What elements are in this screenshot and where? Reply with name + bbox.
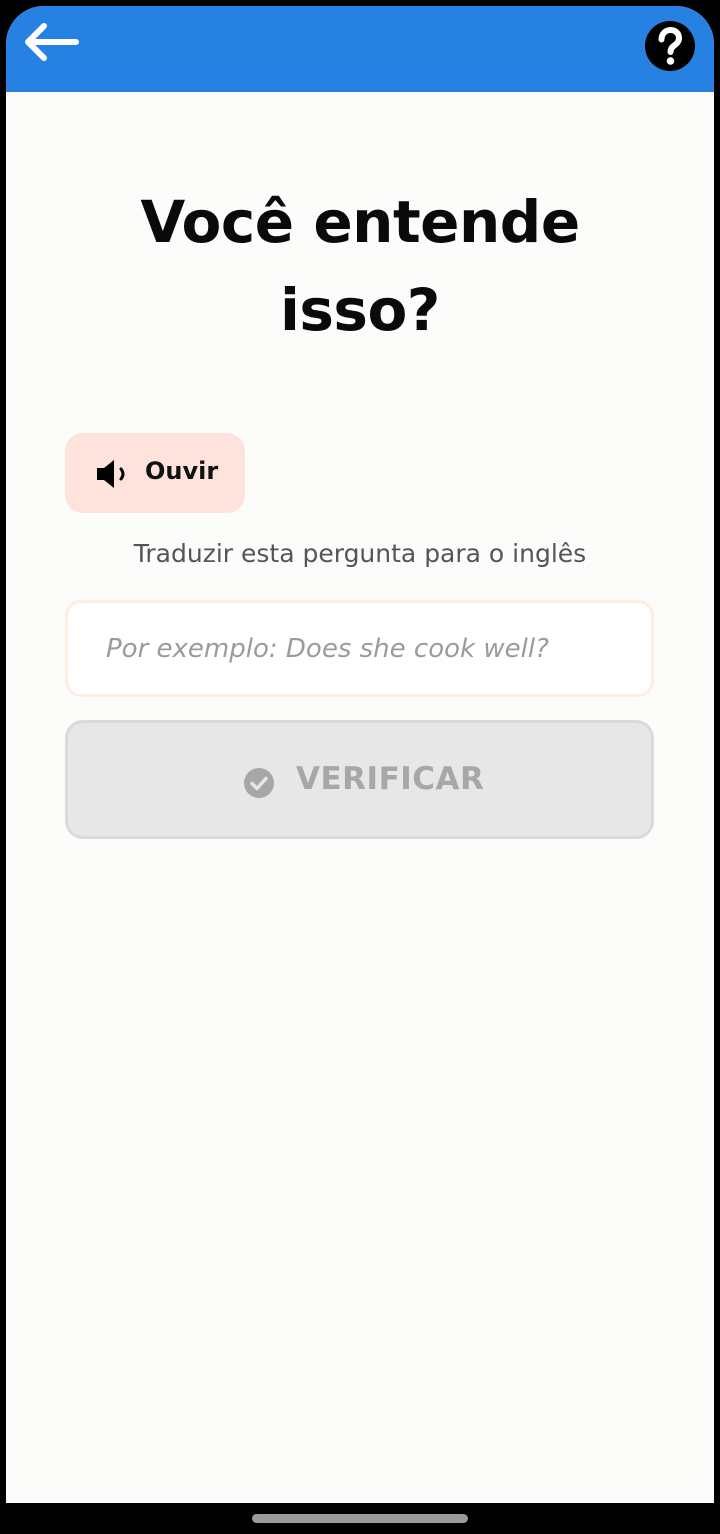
verify-button-label: VERIFICAR: [296, 761, 485, 797]
title-line-2: isso?: [280, 276, 440, 344]
answer-input[interactable]: [65, 600, 654, 697]
back-button[interactable]: [18, 20, 82, 64]
question-circle-icon: [645, 21, 695, 71]
check-circle-icon: [244, 768, 274, 798]
arrow-left-icon: [25, 23, 79, 61]
page-title: Você entende isso?: [6, 178, 714, 354]
listen-button-label: Ouvir: [145, 457, 219, 485]
help-button[interactable]: [644, 20, 696, 72]
verify-button[interactable]: VERIFICAR: [65, 720, 654, 839]
speaker-icon: [97, 460, 125, 488]
listen-button[interactable]: Ouvir: [65, 433, 245, 513]
screen: Você entende isso? Ouvir Traduzir esta p…: [6, 6, 714, 1503]
instruction-text: Traduzir esta pergunta para o inglês: [133, 539, 587, 568]
app-bar: [6, 6, 714, 92]
title-line-1: Você entende: [140, 188, 580, 256]
home-indicator[interactable]: [252, 1514, 468, 1523]
phone-frame: Você entende isso? Ouvir Traduzir esta p…: [0, 0, 720, 1534]
